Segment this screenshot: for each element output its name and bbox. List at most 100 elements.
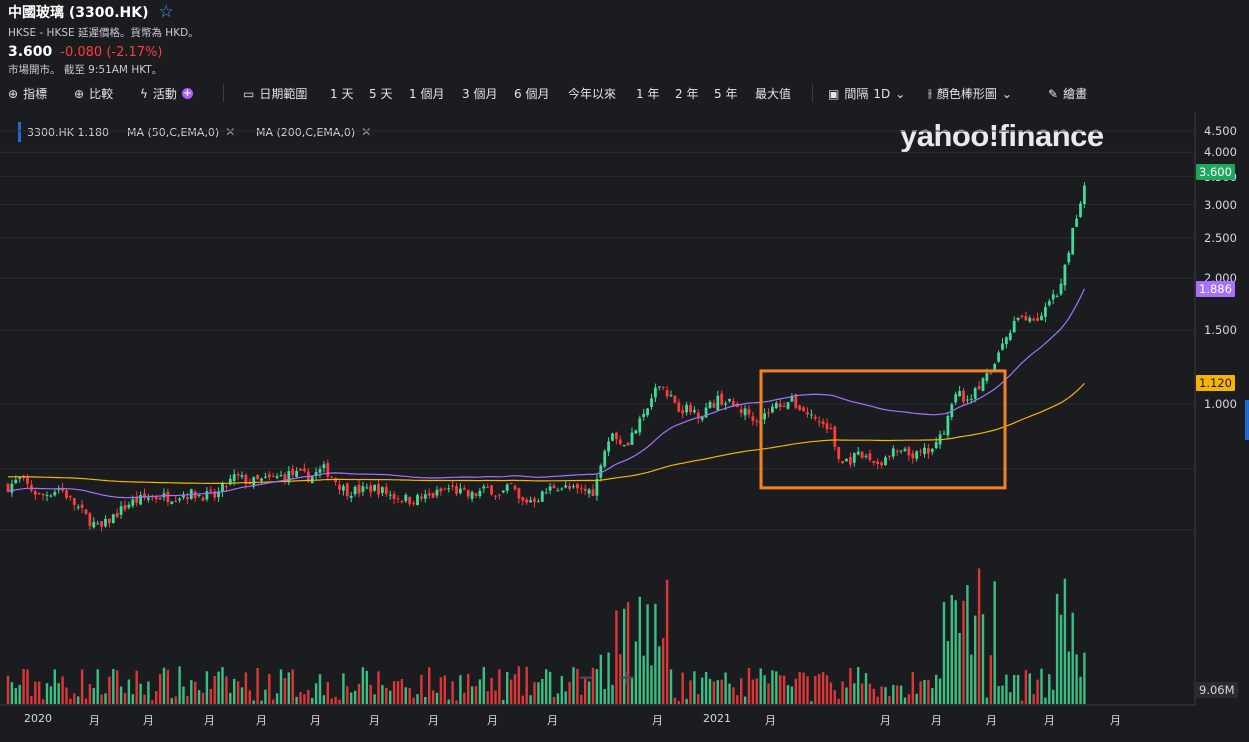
candle-body bbox=[236, 474, 240, 476]
volume-bar bbox=[400, 679, 404, 704]
price-chart[interactable] bbox=[0, 112, 1249, 742]
range-1y[interactable]: 1 年 bbox=[636, 85, 659, 102]
range-max[interactable]: 最大值 bbox=[755, 85, 791, 102]
events-button[interactable]: ϟ 活動 + bbox=[140, 85, 193, 102]
volume-bar bbox=[182, 686, 185, 704]
draw-button[interactable]: ✎ 繪畫 bbox=[1048, 85, 1087, 102]
date-range-button[interactable]: ▭ 日期範圍 bbox=[243, 85, 307, 102]
candle-body bbox=[751, 416, 755, 421]
x-tick-label: 2021 bbox=[703, 712, 731, 725]
compare-button[interactable]: ⊕ 比較 bbox=[74, 85, 113, 102]
volume-bar bbox=[708, 678, 712, 704]
candle-body bbox=[579, 487, 583, 489]
candle-body bbox=[494, 495, 497, 497]
volume-bar bbox=[135, 670, 138, 704]
volume-bar bbox=[767, 683, 770, 704]
indicators-button[interactable]: ⊕ 指標 bbox=[8, 85, 47, 102]
range-5d[interactable]: 5 天 bbox=[369, 85, 392, 102]
candle-body bbox=[225, 486, 228, 488]
candle-body bbox=[946, 416, 950, 436]
events-plus-icon: + bbox=[181, 88, 193, 99]
range-5y[interactable]: 5 年 bbox=[714, 85, 737, 102]
candle-body bbox=[673, 395, 677, 403]
watchlist-star-icon[interactable]: ☆ bbox=[159, 4, 174, 21]
side-panel-handle[interactable] bbox=[1245, 400, 1249, 440]
candle-body bbox=[443, 489, 447, 491]
y-tick-label: 4.500 bbox=[1204, 124, 1237, 138]
candle-body bbox=[1067, 252, 1071, 263]
volume-bar bbox=[790, 686, 794, 704]
volume-bar bbox=[299, 692, 302, 704]
candle-body bbox=[345, 483, 349, 497]
candle-body bbox=[361, 486, 365, 492]
volume-bar bbox=[38, 681, 41, 704]
candle-body bbox=[271, 475, 275, 477]
volume-bar bbox=[580, 694, 583, 704]
candle-body bbox=[689, 404, 692, 413]
range-ytd[interactable]: 今年以來 bbox=[568, 85, 616, 102]
candle-body bbox=[868, 453, 872, 460]
candle-body bbox=[92, 522, 96, 528]
range-1d[interactable]: 1 天 bbox=[330, 85, 353, 102]
volume-bar bbox=[802, 672, 805, 704]
volume-bar bbox=[1075, 654, 1078, 704]
candle-body bbox=[966, 399, 969, 401]
interval-button[interactable]: ▣ 間隔 1D ⌄ bbox=[828, 85, 905, 102]
volume-bar bbox=[1036, 679, 1039, 704]
volume-bar bbox=[244, 672, 248, 704]
range-6m[interactable]: 6 個月 bbox=[514, 85, 549, 102]
candle-body bbox=[482, 486, 486, 489]
volume-bar bbox=[568, 681, 571, 704]
volume-bar bbox=[541, 678, 544, 704]
x-tick-label: 月 bbox=[765, 714, 776, 727]
candle-body bbox=[256, 474, 259, 480]
volume-bar bbox=[665, 579, 669, 704]
zoom-in-icon[interactable]: + bbox=[618, 665, 635, 689]
volume-bar bbox=[1048, 674, 1051, 704]
volume-bar bbox=[22, 668, 25, 704]
candle-body bbox=[899, 450, 903, 452]
volume-bar bbox=[233, 678, 236, 704]
candle-body bbox=[657, 386, 661, 388]
x-tick-label: 月 bbox=[310, 714, 321, 727]
candle-body bbox=[18, 477, 22, 479]
candle-body bbox=[451, 485, 454, 487]
candle-body bbox=[985, 373, 989, 381]
candle-body bbox=[197, 495, 201, 497]
candle-body bbox=[404, 494, 408, 502]
candle-body bbox=[533, 498, 536, 502]
candle-body bbox=[973, 388, 977, 399]
candle-body bbox=[767, 412, 770, 414]
candle-body bbox=[193, 491, 197, 498]
candle-body bbox=[209, 489, 213, 492]
range-2y[interactable]: 2 年 bbox=[675, 85, 698, 102]
candle-body bbox=[747, 409, 751, 415]
candle-body bbox=[369, 485, 373, 493]
volume-bar bbox=[112, 669, 115, 704]
chart-style-button[interactable]: ⫲ 顏色棒形圖 ⌄ bbox=[928, 85, 1012, 102]
indicators-label: 指標 bbox=[23, 87, 48, 101]
volume-bar bbox=[1063, 578, 1067, 704]
volume-bar bbox=[837, 698, 840, 704]
y-tick-label: 4.000 bbox=[1204, 145, 1237, 160]
volume-bar bbox=[498, 669, 501, 704]
candle-body bbox=[685, 404, 688, 413]
volume-bar bbox=[985, 697, 989, 704]
candle-body bbox=[310, 475, 314, 484]
candle-body bbox=[810, 414, 813, 416]
volume-bar bbox=[478, 679, 482, 704]
candle-body bbox=[934, 442, 938, 449]
candle-body bbox=[630, 432, 634, 445]
volume-bar bbox=[178, 666, 181, 704]
exchange-note: HKSE - HKSE 延遲價格。貨幣為 HKD。 bbox=[8, 27, 199, 39]
range-1m[interactable]: 1 個月 bbox=[409, 85, 444, 102]
candle-body bbox=[572, 486, 575, 488]
candle-body bbox=[552, 485, 556, 489]
volume-bar bbox=[880, 686, 883, 704]
volume-bar bbox=[283, 678, 287, 704]
range-3m[interactable]: 3 個月 bbox=[462, 85, 497, 102]
y-tick-label: 1.000 bbox=[1204, 397, 1237, 411]
zoom-out-icon[interactable]: − bbox=[578, 665, 595, 689]
volume-bar bbox=[942, 602, 946, 704]
y-tick-label: 1.500 bbox=[1204, 323, 1237, 338]
